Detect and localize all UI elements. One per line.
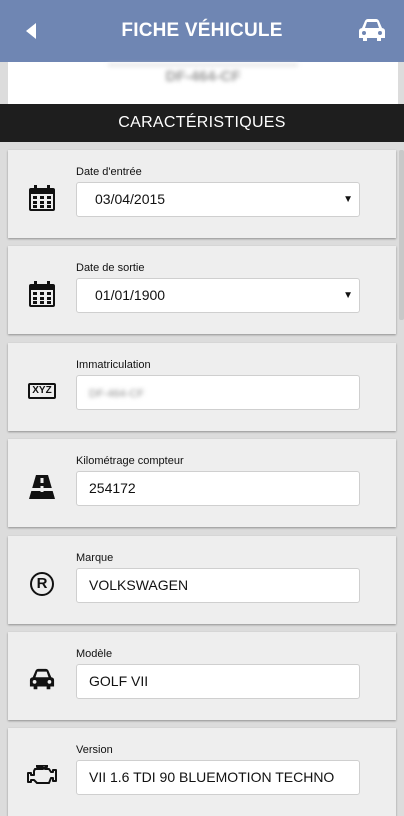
car-icon [359,19,385,41]
plate-preview-card: DF-464-CF [8,62,398,104]
field-label: Modèle [76,648,113,660]
field-card-brand: R Marque VOLKSWAGEN [8,536,396,624]
field-label: Immatriculation [76,359,151,371]
field-label: Date d'entrée [76,166,142,178]
calendar-icon [26,182,58,214]
brand-input[interactable]: VOLKSWAGEN [76,568,360,603]
field-value: GOLF VII [89,673,149,689]
field-card-exit-date: Date de sortie 01/01/1900 ▼ [8,246,396,334]
entry-date-select[interactable]: 03/04/2015 ▼ [76,182,360,217]
dropdown-caret-icon: ▼ [343,194,353,205]
registered-icon-glyph: R [30,572,54,596]
field-label: Kilométrage compteur [76,455,184,467]
scrollbar[interactable] [399,150,404,320]
field-card-mileage: Kilométrage compteur 254172 [8,439,396,527]
section-header: CARACTÉRISTIQUES [0,104,404,142]
model-input[interactable]: GOLF VII [76,664,360,699]
field-card-model: Modèle GOLF VII [8,632,396,720]
engine-icon [26,760,58,792]
field-card-version: Version VII 1.6 TDI 90 BLUEMOTION TECHNO [8,728,396,816]
calendar-icon [26,278,58,310]
car-icon [26,664,58,696]
plate-preview-text: DF-464-CF [108,64,298,88]
field-label: Version [76,744,113,756]
dropdown-caret-icon: ▼ [343,290,353,301]
app-bar: FICHE VÉHICULE [0,0,404,62]
field-value: 03/04/2015 [95,191,166,207]
license-plate-icon-text: XYZ [28,383,56,399]
field-value: VII 1.6 TDI 90 BLUEMOTION TECHNO [89,769,335,785]
exit-date-select[interactable]: 01/01/1900 ▼ [76,278,360,313]
mileage-input[interactable]: 254172 [76,471,360,506]
vehicle-button[interactable] [356,17,388,45]
field-label: Date de sortie [76,262,145,274]
page-title: FICHE VÉHICULE [121,20,283,41]
field-card-registration: XYZ Immatriculation DF-464-CF [8,343,396,431]
road-icon [26,471,58,503]
registered-icon: R [26,568,58,600]
field-value: 254172 [89,480,136,496]
field-value: DF-464-CF [89,388,145,400]
registration-input[interactable]: DF-464-CF [76,375,360,410]
license-plate-icon: XYZ [26,375,58,407]
field-label: Marque [76,552,114,564]
field-card-entry-date: Date d'entrée 03/04/2015 ▼ [8,150,396,238]
field-value: 01/01/1900 [95,287,166,303]
version-input[interactable]: VII 1.6 TDI 90 BLUEMOTION TECHNO [76,760,360,795]
field-value: VOLKSWAGEN [89,577,189,593]
